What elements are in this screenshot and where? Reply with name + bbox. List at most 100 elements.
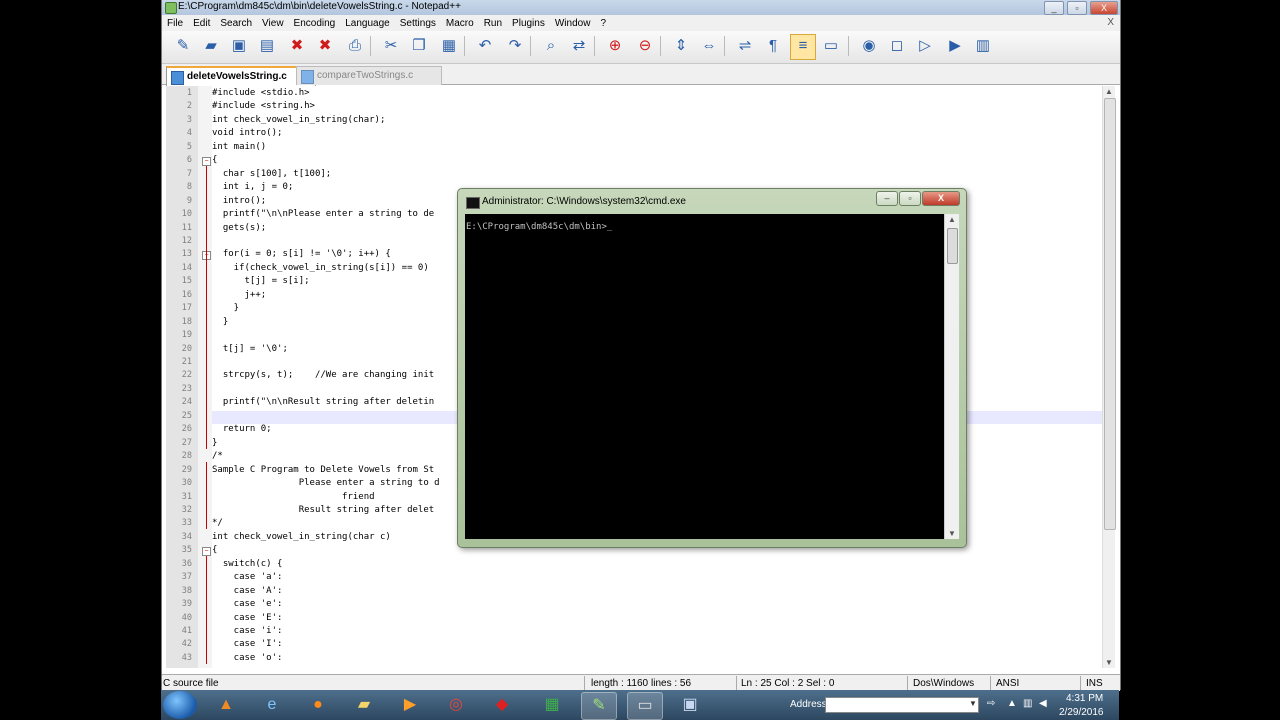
fold-margin	[198, 86, 212, 668]
zoom-in-icon[interactable]: ⊕	[604, 35, 626, 57]
vlc-icon[interactable]: ▲	[209, 692, 243, 718]
line-number: 22	[181, 370, 192, 381]
cmd-console[interactable]: E:\CProgram\dm845c\dm\bin>_ ▲ ▼	[465, 214, 959, 539]
ie-icon[interactable]: e	[255, 692, 289, 718]
cmd-maximize-button[interactable]: ▫	[899, 191, 921, 206]
address-input[interactable]	[825, 697, 979, 713]
line-number: 31	[181, 491, 192, 502]
code-line: int check_vowel_in_string(char);	[212, 114, 386, 125]
word-wrap-icon[interactable]: ⇌	[734, 35, 756, 57]
tab-compareTwoStrings[interactable]: compareTwoStrings.c	[296, 66, 442, 85]
line-number: 18	[181, 316, 192, 327]
scroll-down-icon[interactable]: ▼	[1105, 658, 1113, 667]
code-line: #include <string.h>	[212, 101, 315, 112]
sync-vertical-icon[interactable]: ⇕	[670, 35, 692, 57]
code-line: {	[212, 545, 218, 556]
menu-edit[interactable]: Edit	[188, 18, 215, 29]
cmd-window-controls: – ▫ X	[876, 191, 960, 206]
show-hidden-icons-icon[interactable]: ▲	[1007, 698, 1017, 709]
copy-icon[interactable]: ❐	[408, 35, 430, 57]
save-icon[interactable]: ▣	[228, 35, 250, 57]
indent-guide-icon[interactable]: ≡	[790, 34, 816, 60]
cmd-scrollbar-thumb[interactable]	[947, 228, 958, 264]
save-icon[interactable]: ▣	[673, 692, 707, 718]
menu-search[interactable]: Search	[215, 18, 257, 29]
code-line: printf("\n\nPlease enter a string to de	[212, 209, 435, 220]
notepadpp-icon[interactable]: ✎	[581, 692, 617, 720]
cmd-prompt: E:\CProgram\dm845c\dm\bin>_	[466, 222, 613, 232]
firefox-icon[interactable]: ●	[301, 692, 335, 718]
save-all-icon[interactable]: ▤	[256, 35, 278, 57]
menu-macro[interactable]: Macro	[441, 18, 479, 29]
menu-view[interactable]: View	[257, 18, 289, 29]
app-red-icon[interactable]: ◆	[485, 692, 519, 718]
vertical-scrollbar[interactable]: ▲ ▼	[1102, 86, 1116, 668]
address-label: Address	[790, 699, 827, 710]
explorer-icon[interactable]: ▰	[347, 692, 381, 718]
menu-plugins[interactable]: Plugins	[507, 18, 550, 29]
close-button[interactable]: X	[1090, 1, 1118, 15]
menu-window[interactable]: Window	[550, 18, 596, 29]
close-all-icon[interactable]: ✖	[314, 35, 336, 57]
volume-icon[interactable]: ◀	[1039, 698, 1047, 709]
chevron-down-icon[interactable]: ▼	[969, 699, 977, 708]
network-icon[interactable]: ▥	[1023, 698, 1032, 709]
cmd-window[interactable]: Administrator: C:\Windows\system32\cmd.e…	[457, 188, 967, 548]
menu-settings[interactable]: Settings	[395, 18, 441, 29]
clock-date[interactable]: 2/29/2016	[1059, 707, 1104, 718]
maximize-button[interactable]: ▫	[1067, 1, 1087, 15]
show-all-chars-icon[interactable]: ¶	[762, 35, 784, 57]
menu-language[interactable]: Language	[340, 18, 395, 29]
fold-marker-icon[interactable]: −	[202, 157, 211, 167]
start-button[interactable]	[163, 691, 197, 719]
cmd-scrollbar[interactable]: ▲ ▼	[944, 214, 959, 539]
replace-icon[interactable]: ⇄	[568, 35, 590, 57]
record-macro-icon[interactable]: ◉	[858, 35, 880, 57]
status-bar: C source file length : 1160 lines : 56 L…	[162, 674, 1120, 691]
undo-icon[interactable]: ↶	[474, 35, 496, 57]
line-number: 1	[186, 88, 192, 98]
open-file-icon[interactable]: ▰	[200, 35, 222, 57]
cut-icon[interactable]: ✂	[380, 35, 402, 57]
clock-time[interactable]: 4:31 PM	[1066, 693, 1103, 704]
close-icon[interactable]: ✖	[286, 35, 308, 57]
menu-file[interactable]: File	[162, 18, 188, 29]
cmd-close-button[interactable]: X	[922, 191, 960, 206]
go-icon[interactable]: ⇨	[987, 698, 995, 709]
stop-macro-icon[interactable]: ◻	[886, 35, 908, 57]
fold-marker-icon[interactable]: −	[202, 547, 211, 557]
tab-deleteVowelsString[interactable]: deleteVowelsString.c	[166, 66, 316, 86]
menu-encoding[interactable]: Encoding	[289, 18, 341, 29]
play-macro-multiple-icon[interactable]: ▶	[944, 35, 966, 57]
menu-help[interactable]: ?	[595, 18, 611, 29]
paste-icon[interactable]: ▦	[438, 35, 460, 57]
code-line: printf("\n\nResult string after deletin	[212, 397, 435, 408]
scroll-up-icon[interactable]: ▲	[948, 215, 956, 224]
sync-horizontal-icon[interactable]: ⇔	[698, 35, 720, 57]
find-icon[interactable]: ⌕	[540, 35, 562, 57]
save-macro-icon[interactable]: ▥	[972, 35, 994, 57]
chrome-icon[interactable]: ◎	[439, 692, 473, 718]
line-number: 15	[181, 276, 192, 287]
close-document-button[interactable]: X	[1107, 17, 1114, 28]
zoom-out-icon[interactable]: ⊖	[634, 35, 656, 57]
code-line: int main()	[212, 141, 267, 152]
play-macro-icon[interactable]: ▷	[914, 35, 936, 57]
toolbar-separator	[370, 36, 371, 56]
doc-map-icon[interactable]: ▭	[820, 35, 842, 57]
cmd-minimize-button[interactable]: –	[876, 191, 898, 206]
scroll-up-icon[interactable]: ▲	[1105, 87, 1113, 96]
menu-run[interactable]: Run	[479, 18, 507, 29]
cmd-icon[interactable]: ▭	[627, 692, 663, 720]
scroll-down-icon[interactable]: ▼	[948, 529, 956, 538]
excel-icon[interactable]: ▦	[535, 692, 569, 718]
media-player-icon[interactable]: ▶	[393, 692, 427, 718]
code-line: Please enter a string to d	[212, 478, 440, 489]
redo-icon[interactable]: ↷	[504, 35, 526, 57]
new-file-icon[interactable]: ✎	[172, 35, 194, 57]
minimize-button[interactable]: _	[1044, 1, 1064, 15]
scrollbar-thumb[interactable]	[1104, 98, 1116, 530]
line-number: 25	[181, 410, 192, 421]
print-icon[interactable]: ⎙	[344, 35, 366, 57]
code-line: }	[212, 316, 229, 327]
